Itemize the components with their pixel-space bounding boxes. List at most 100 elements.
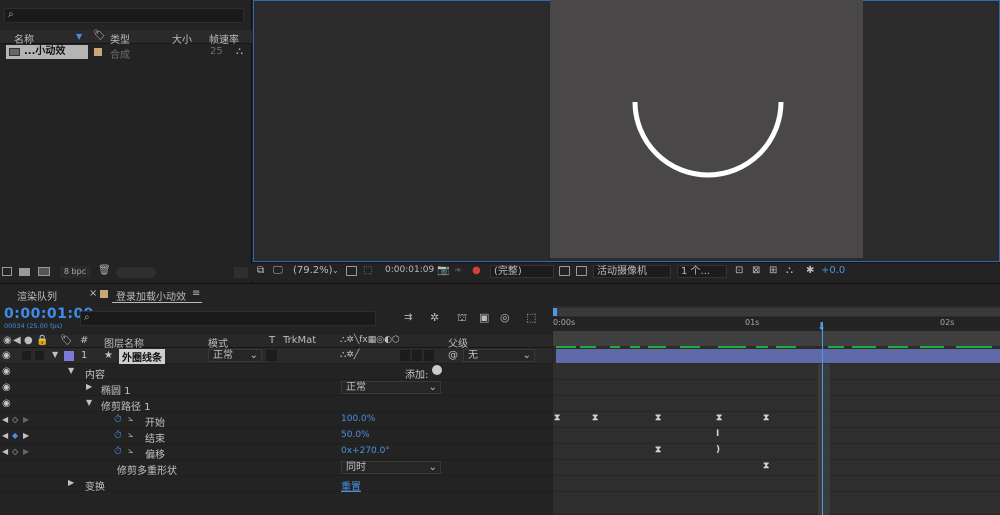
views-dropdown[interactable]: 1 个...	[677, 265, 727, 278]
eye-icon[interactable]: ◉	[2, 350, 11, 361]
next-keyframe-icon[interactable]: ▶	[23, 447, 29, 456]
project-item-composition[interactable]: ...小动效 合成 25 ⛬	[0, 45, 252, 61]
eye-icon[interactable]: ◉	[2, 366, 11, 377]
parent-dropdown[interactable]: 无 ⌄	[463, 349, 535, 362]
composition-canvas[interactable]	[550, 0, 863, 258]
collapse-arrow-icon[interactable]: ▶	[86, 382, 92, 391]
eye-icon[interactable]: ◉	[2, 398, 11, 409]
color-channels-icon[interactable]: ●	[472, 265, 481, 276]
column-fps[interactable]: 帧速率	[209, 31, 239, 46]
timeline-search-input[interactable]: ⌕	[80, 311, 376, 326]
label-tag-icon[interactable]: 🏷	[60, 335, 73, 346]
column-size[interactable]: 大小	[172, 31, 192, 46]
transform-label[interactable]: 变换	[85, 478, 105, 493]
monitor-icon[interactable]: 🖵	[273, 265, 283, 276]
project-item-name[interactable]: ...小动效	[6, 45, 88, 59]
column-t[interactable]: T	[269, 335, 275, 346]
reset-exposure-icon[interactable]: ✱	[806, 265, 814, 276]
current-time-field[interactable]: 0:00:01:09	[385, 265, 434, 275]
add-button[interactable]: 添加:	[405, 366, 428, 381]
playhead-line[interactable]	[822, 322, 823, 515]
motion-blur-icon[interactable]: ◎	[500, 311, 510, 324]
comp-mini-flowchart-icon[interactable]: ⇉	[404, 312, 412, 323]
switch-box[interactable]	[412, 350, 422, 361]
layer-switches-icons[interactable]: ⛬✲╲fx▦◎◐⬡	[340, 335, 400, 345]
keyframe-start[interactable]: ⧗	[763, 413, 769, 423]
tab-composition[interactable]: 登录加载小动效	[116, 288, 186, 303]
fast-previews-icon[interactable]: ⊠	[752, 265, 760, 276]
prev-keyframe-icon[interactable]: ◀	[2, 431, 8, 440]
project-search-input[interactable]: ⌕	[4, 8, 244, 23]
trim-multiple-row[interactable]: 修剪多重形状 同时 ⌄	[0, 460, 552, 477]
timeline-icon[interactable]: ⊞	[769, 265, 777, 276]
solo-switch-icon[interactable]: ●	[24, 335, 33, 346]
shy-layers-icon[interactable]: ⛫	[457, 311, 467, 326]
prev-keyframe-icon[interactable]: ◀	[2, 447, 8, 456]
tab-render-queue[interactable]: 渲染队列	[17, 288, 57, 303]
camera-dropdown[interactable]: 活动摄像机	[593, 265, 671, 278]
ellipse-group-row[interactable]: ◉ ▶ 椭圆 1 正常 ⌄	[0, 380, 552, 397]
region-of-interest-icon[interactable]	[559, 266, 570, 276]
transform-row[interactable]: ▶ 变换 重置	[0, 476, 552, 493]
audio-switch-icon[interactable]: ◀	[13, 335, 21, 346]
keyframe-start[interactable]: ⧗	[655, 413, 661, 423]
next-keyframe-icon[interactable]: ▶	[23, 431, 29, 440]
expand-arrow-icon[interactable]: ▼	[86, 398, 92, 407]
always-preview-icon[interactable]: ⧉	[257, 265, 264, 276]
layer-duration-bar[interactable]	[556, 349, 1000, 363]
layer-row-1[interactable]: ◉ ▼ 1 ★ 外圈线条 正常 ⌄ ⛬✲╱ @ 无 ⌄	[0, 348, 552, 364]
keyframe-active-icon[interactable]: ◆	[12, 431, 18, 440]
layer-switches[interactable]: ⛬✲╱	[340, 350, 359, 360]
transparency-grid-icon[interactable]	[576, 266, 587, 276]
switch-box[interactable]	[400, 350, 410, 361]
keyframe-start[interactable]: ⧗	[592, 413, 598, 423]
draft-3d-icon[interactable]: ✲	[430, 311, 439, 324]
interpret-footage-icon[interactable]	[2, 267, 12, 276]
trim-multiple-dropdown[interactable]: 同时 ⌄	[341, 461, 441, 474]
flowchart-icon[interactable]: ⛬	[236, 46, 243, 57]
graph-icon[interactable]: ⦣	[128, 430, 133, 440]
stopwatch-icon[interactable]: ⏱	[114, 446, 122, 457]
collapse-arrow-icon[interactable]: ▶	[68, 478, 74, 487]
ellipse-blend-dropdown[interactable]: 正常 ⌄	[341, 381, 441, 394]
ellipse-label[interactable]: 椭圆 1	[101, 382, 131, 397]
keyframe-start[interactable]: ⧗	[716, 413, 722, 423]
lock-switch-icon[interactable]: 🔒	[36, 335, 48, 346]
project-scrollbar[interactable]	[116, 267, 156, 278]
resolution-dropdown[interactable]: (完整)	[490, 265, 554, 278]
snapshot-icon[interactable]: 📷	[437, 265, 449, 276]
toggle-pixel-aspect-icon[interactable]: ⊡	[735, 265, 743, 276]
start-property-row[interactable]: ◀ ◇ ▶ ⏱ ⦣ 开始 100.0%	[0, 412, 552, 429]
show-snapshot-icon[interactable]: ❧	[454, 265, 462, 276]
add-play-icon[interactable]	[432, 365, 442, 375]
offset-property-row[interactable]: ◀ ◇ ▶ ⏱ ⦣ 偏移 0x+270.0°	[0, 444, 552, 461]
contents-row[interactable]: ◉ ▼ 内容 添加:	[0, 364, 552, 381]
expand-arrow-icon[interactable]: ▼	[52, 350, 58, 359]
column-trkmat[interactable]: TrkMat	[283, 335, 316, 346]
pickwhip-icon[interactable]: @	[448, 350, 458, 361]
keyframe-trim-multi[interactable]: ⧗	[763, 461, 769, 471]
exposure-value[interactable]: +0.0	[821, 265, 845, 276]
offset-value[interactable]: 0x+270.0°	[341, 446, 390, 456]
trkmat-box[interactable]	[266, 350, 277, 361]
eye-icon[interactable]: ◉	[2, 382, 11, 393]
magnification-dropdown[interactable]: (79.2%)	[293, 265, 333, 276]
next-keyframe-icon[interactable]: ▶	[23, 415, 29, 424]
keyframe-start[interactable]: ⧗	[554, 413, 560, 423]
column-name[interactable]: 名称	[14, 31, 34, 46]
new-composition-icon[interactable]	[38, 267, 50, 276]
graph-icon[interactable]: ⦣	[128, 414, 133, 424]
bpc-label[interactable]: 8 bpc	[60, 266, 90, 278]
start-value[interactable]: 100.0%	[341, 414, 375, 424]
prev-keyframe-icon[interactable]: ◀	[2, 415, 8, 424]
end-property-row[interactable]: ◀ ◆ ▶ ⏱ ⦣ 结束 50.0%	[0, 428, 552, 445]
tab-close-icon[interactable]: ×	[89, 288, 97, 299]
column-type[interactable]: 类型	[110, 31, 130, 46]
keyframe-toggle-icon[interactable]: ◇	[12, 415, 18, 424]
expand-arrow-icon[interactable]: ▼	[68, 366, 74, 375]
work-area-bar[interactable]	[553, 331, 1000, 346]
layer-name[interactable]: 外圈线条	[119, 349, 165, 364]
keyframe-toggle-icon[interactable]: ◇	[12, 447, 18, 456]
frame-blending-icon[interactable]: ▣	[479, 311, 489, 324]
panel-resize-handle[interactable]	[234, 267, 248, 278]
